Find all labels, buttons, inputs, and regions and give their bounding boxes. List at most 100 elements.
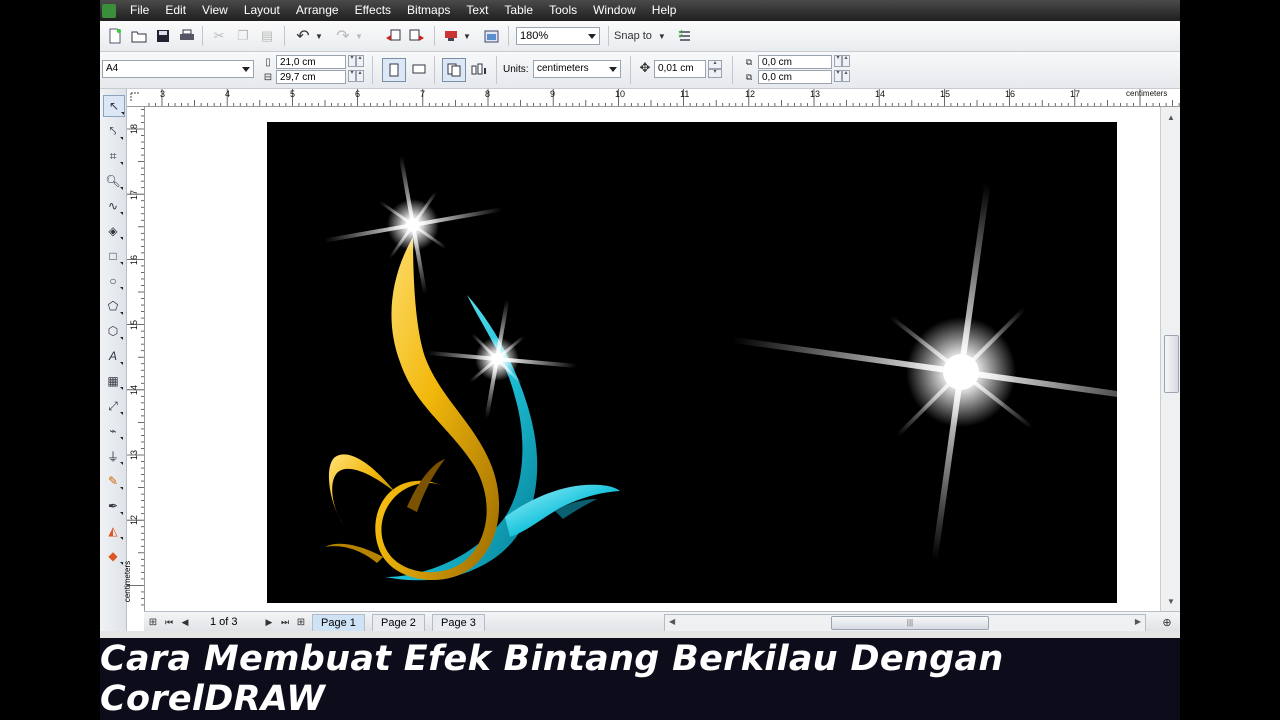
menu-window[interactable]: Window	[585, 0, 644, 21]
nudge-distance-value: 0,01 cm	[658, 63, 694, 74]
interactive-fill-tool-icon[interactable]: ◆	[103, 546, 123, 566]
page-height-down-spinner[interactable]: ▾	[348, 70, 356, 82]
page-width-down-spinner[interactable]: ▾	[348, 55, 356, 67]
menu-tools[interactable]: Tools	[541, 0, 585, 21]
menu-arrange[interactable]: Arrange	[288, 0, 347, 21]
duplicate-y-up-spinner[interactable]: ▴	[842, 70, 850, 82]
text-tool-icon[interactable]: A	[103, 346, 123, 366]
page-width-up-spinner[interactable]: ▴	[356, 55, 364, 67]
redo-dropdown-icon[interactable]: ▼	[354, 27, 364, 45]
launcher-dropdown-icon[interactable]: ▼	[462, 27, 472, 45]
duplicate-x-up-spinner[interactable]: ▴	[842, 55, 850, 67]
fill-tool-icon[interactable]: ◭	[103, 521, 123, 541]
paper-size-select[interactable]: A4	[102, 60, 254, 78]
nudge-up-spinner[interactable]: ▴	[708, 60, 722, 69]
duplicate-y-value: 0,0 cm	[762, 72, 793, 83]
rectangle-tool-icon[interactable]: □	[103, 246, 123, 266]
menu-effects[interactable]: Effects	[347, 0, 399, 21]
first-page-icon[interactable]: ⏮	[162, 614, 176, 630]
menu-layout[interactable]: Layout	[236, 0, 288, 21]
ellipse-tool-icon[interactable]: ○	[103, 271, 123, 291]
coreldraw-app-icon[interactable]	[102, 3, 116, 18]
crop-tool-icon[interactable]: ⌗	[103, 146, 123, 166]
outline-pen-tool-icon[interactable]: ✒	[103, 496, 123, 516]
menu-text[interactable]: Text	[458, 0, 496, 21]
scroll-right-icon[interactable]: ▶	[1135, 617, 1141, 626]
save-icon[interactable]	[154, 27, 172, 45]
open-folder-icon[interactable]	[130, 27, 148, 45]
undo-dropdown-icon[interactable]: ▼	[314, 27, 324, 45]
cut-icon[interactable]: ✂	[210, 27, 228, 45]
caption-text: Cara Membuat Efek Bintang Berkilau Denga…	[100, 639, 1004, 719]
page-width-field[interactable]: 21,0 cm	[276, 55, 346, 69]
connector-tool-icon[interactable]: ⌁	[103, 421, 123, 441]
page-height-icon: ⊟	[263, 71, 273, 83]
duplicate-x-field[interactable]: 0,0 cm	[758, 55, 832, 69]
shape-tool-icon[interactable]: ⤣	[103, 121, 123, 141]
current-page-button[interactable]	[468, 58, 490, 80]
horizontal-scrollbar[interactable]: ◀ ||| ▶	[664, 614, 1146, 632]
smart-fill-tool-icon[interactable]: ◈	[103, 221, 123, 241]
menu-view[interactable]: View	[194, 0, 236, 21]
navigator-zoom-icon[interactable]: ⊕	[1158, 614, 1176, 630]
freehand-tool-icon[interactable]: ∿	[103, 196, 123, 216]
page-tab-3[interactable]: Page 3	[432, 614, 485, 631]
menu-table[interactable]: Table	[496, 0, 541, 21]
print-icon[interactable]	[178, 27, 196, 45]
eyedropper-tool-icon[interactable]: ✎	[103, 471, 123, 491]
duplicate-y-field[interactable]: 0,0 cm	[758, 70, 832, 84]
undo-icon[interactable]: ↶	[294, 27, 312, 45]
welcome-screen-icon[interactable]	[482, 27, 500, 45]
duplicate-y-down-spinner[interactable]: ▾	[834, 70, 842, 82]
menu-bitmaps[interactable]: Bitmaps	[399, 0, 458, 21]
paste-icon[interactable]: ▤	[258, 27, 276, 45]
v-ruler-label: 18	[129, 123, 140, 135]
menu-file[interactable]: File	[122, 0, 157, 21]
scroll-up-icon[interactable]: ▲	[1167, 113, 1175, 122]
add-page-after-icon[interactable]: ⊞	[294, 614, 308, 630]
add-page-before-icon[interactable]: ⊞	[146, 614, 160, 630]
basic-shapes-tool-icon[interactable]: ⬡	[103, 321, 123, 341]
import-icon[interactable]	[384, 27, 402, 45]
pick-tool-icon[interactable]: ↖	[103, 95, 125, 117]
zoom-level-select[interactable]: 180%	[516, 27, 600, 45]
page-height-field[interactable]: 29,7 cm	[276, 70, 346, 84]
scroll-left-icon[interactable]: ◀	[669, 617, 675, 626]
vertical-scroll-thumb[interactable]	[1164, 335, 1179, 393]
page-height-up-spinner[interactable]: ▴	[356, 70, 364, 82]
blend-tool-icon[interactable]: ⏚	[103, 446, 123, 466]
next-page-icon[interactable]: ▶	[262, 614, 276, 630]
application-launcher-icon[interactable]	[442, 27, 460, 45]
snap-to-button[interactable]: Snap to ▼	[614, 27, 672, 45]
new-document-icon[interactable]	[106, 27, 124, 45]
nudge-distance-field[interactable]: 0,01 cm	[654, 60, 706, 78]
all-pages-button[interactable]	[442, 58, 466, 82]
export-icon[interactable]	[408, 27, 426, 45]
scroll-down-icon[interactable]: ▼	[1167, 597, 1175, 606]
menu-edit[interactable]: Edit	[157, 0, 194, 21]
page-tab-2[interactable]: Page 2	[372, 614, 425, 631]
units-select[interactable]: centimeters	[533, 60, 621, 78]
vertical-scrollbar[interactable]: ▲ ▼	[1160, 107, 1180, 611]
landscape-orientation-button[interactable]	[408, 58, 430, 80]
vertical-ruler[interactable]: 18 17 16 15 14 13 12 centimeters	[123, 107, 145, 611]
previous-page-icon[interactable]: ◀	[178, 614, 192, 630]
portrait-orientation-button[interactable]	[382, 58, 406, 82]
last-page-icon[interactable]: ⏭	[278, 614, 292, 630]
page-tab-1[interactable]: Page 1	[312, 614, 365, 631]
duplicate-x-down-spinner[interactable]: ▾	[834, 55, 842, 67]
polygon-tool-icon[interactable]: ⬠	[103, 296, 123, 316]
options-icon[interactable]	[676, 27, 694, 45]
video-caption-banner: Cara Membuat Efek Bintang Berkilau Denga…	[100, 638, 1180, 720]
horizontal-scroll-thumb[interactable]: |||	[831, 616, 989, 630]
menu-help[interactable]: Help	[644, 0, 685, 21]
drawing-canvas[interactable]	[145, 107, 1160, 611]
redo-icon[interactable]: ↷	[334, 27, 352, 45]
table-tool-icon[interactable]: ▦	[103, 371, 123, 391]
zoom-tool-icon[interactable]: 🔍︎	[103, 171, 123, 191]
nudge-down-spinner[interactable]: ▾	[708, 69, 722, 78]
copy-icon[interactable]: ❐	[234, 27, 252, 45]
horizontal-ruler[interactable]: 3 4 5 6 7 8 9 10 11 12 13 14 15 16 17 ce…	[144, 89, 1180, 107]
dimension-tool-icon[interactable]: ⤢	[103, 396, 123, 416]
ruler-origin-corner[interactable]	[127, 89, 145, 107]
